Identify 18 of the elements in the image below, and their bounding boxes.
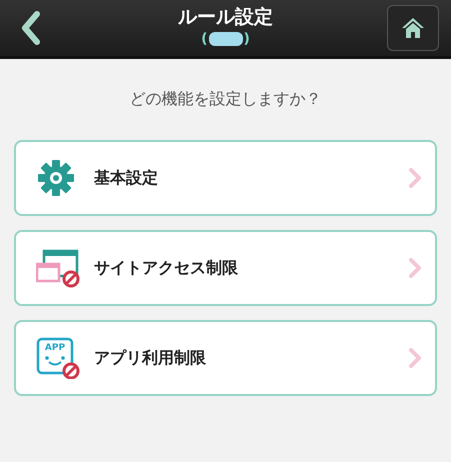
- chevron-icon: [409, 348, 421, 368]
- parenthesis: (: [201, 30, 208, 48]
- app-icon-label: APP: [44, 343, 66, 353]
- menu-item[interactable]: 基本設定: [14, 140, 437, 216]
- prompt-text: どの機能を設定しますか？: [128, 89, 322, 110]
- menu-item[interactable]: サイトアクセス制限: [14, 230, 437, 306]
- home-icon: [401, 16, 425, 40]
- gear-icon: [36, 158, 76, 198]
- app-block-icon: [36, 337, 80, 379]
- chevron-icon: [409, 258, 421, 278]
- chevron-icon: [409, 168, 421, 188]
- menu-item[interactable]: APP アプリ利用制限: [14, 320, 437, 396]
- home-button[interactable]: [387, 5, 439, 51]
- back-icon[interactable]: [20, 11, 42, 45]
- redaction-mark: [208, 32, 242, 46]
- parenthesis: ): [244, 30, 250, 48]
- browser-block-icon: [36, 248, 80, 288]
- screen-title: ルール設定: [178, 5, 273, 30]
